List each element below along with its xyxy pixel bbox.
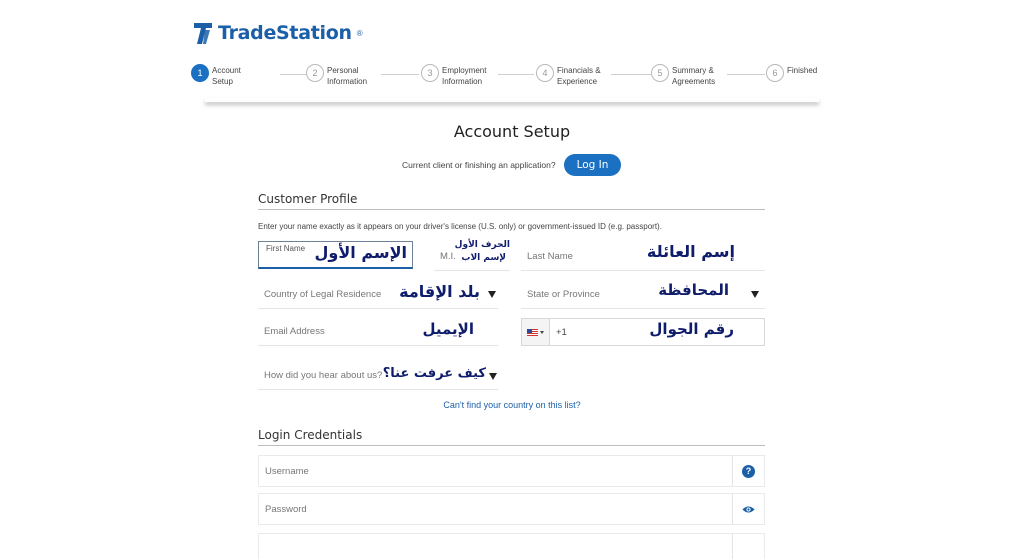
- step-label: Employment Information: [442, 66, 487, 86]
- show-password-button[interactable]: [732, 494, 764, 524]
- step-number: 5: [651, 64, 669, 82]
- step-label: Finished: [787, 66, 818, 75]
- phone-input[interactable]: +1 رقم الجوال: [521, 318, 765, 346]
- confirm-password-input[interactable]: [258, 533, 765, 559]
- step-label: Financials & Experience: [557, 66, 601, 86]
- first-name-label: First Name: [266, 244, 306, 253]
- last-name-input[interactable]: Last Name إسم العائلة: [521, 241, 765, 271]
- last-name-placeholder: Last Name: [527, 251, 573, 262]
- step-number: 6: [766, 64, 784, 82]
- login-row: Current client or finishing an applicati…: [402, 154, 622, 176]
- country-placeholder: Country of Legal Residence: [264, 289, 382, 300]
- us-flag-icon: [527, 328, 538, 336]
- question-mark-icon: ?: [742, 464, 755, 478]
- field-icon-box: [732, 534, 764, 559]
- step-personal-information: 2 Personal Information: [306, 64, 397, 87]
- chevron-down-icon: [488, 291, 496, 298]
- country-code-dropdown[interactable]: [522, 319, 550, 345]
- eye-icon: [742, 505, 755, 513]
- state-select[interactable]: State or Province المحافظة: [521, 281, 765, 309]
- step-employment-information: 3 Employment Information: [421, 64, 512, 87]
- username-help-button[interactable]: ?: [732, 456, 764, 486]
- state-placeholder: State or Province: [527, 289, 600, 300]
- referral-source-select[interactable]: How did you hear about us? كيف عرفت عنا؟: [258, 362, 498, 390]
- step-label: Summary & Agreements: [672, 66, 716, 86]
- country-arabic-annotation: بلد الإقامة: [399, 282, 480, 301]
- step-label: Account Setup: [212, 66, 241, 86]
- registered-mark: ®: [356, 28, 363, 38]
- name-instructions: Enter your name exactly as it appears on…: [258, 222, 662, 231]
- step-label: Personal Information: [327, 66, 368, 86]
- phone-arabic-annotation: رقم الجوال: [649, 320, 734, 338]
- email-arabic-annotation: الإيميل: [422, 320, 474, 338]
- login-button[interactable]: Log In: [563, 154, 622, 176]
- step-summary-agreements: 5 Summary & Agreements: [651, 64, 742, 87]
- email-input[interactable]: Email Address الإيميل: [258, 318, 498, 346]
- mi-arabic-annotation-2: لإسم الاب: [461, 253, 506, 263]
- step-number: 1: [191, 64, 209, 82]
- progress-stepper: 1 Account Setup 2 Personal Information 3…: [188, 62, 828, 102]
- country-not-found-link[interactable]: Can't find your country on this list?: [0, 400, 1024, 410]
- step-finished: 6 Finished: [766, 64, 837, 82]
- middle-initial-placeholder: M.I.: [440, 251, 456, 262]
- first-name-arabic-annotation: الإسم الأول: [314, 243, 407, 262]
- login-prompt: Current client or finishing an applicati…: [402, 160, 556, 170]
- logo-text: TradeStation: [218, 22, 352, 44]
- customer-profile-heading: Customer Profile: [258, 192, 358, 206]
- page-title: Account Setup: [453, 122, 571, 141]
- login-credentials-heading: Login Credentials: [258, 428, 363, 442]
- referral-placeholder: How did you hear about us?: [264, 370, 383, 381]
- section-divider: [258, 209, 765, 210]
- password-placeholder: Password: [265, 504, 307, 515]
- country-select[interactable]: Country of Legal Residence بلد الإقامة: [258, 281, 498, 309]
- section-divider: [258, 445, 765, 446]
- username-input[interactable]: Username ?: [258, 455, 765, 487]
- tradestation-logo-icon: [194, 23, 212, 44]
- state-arabic-annotation: المحافظة: [658, 281, 729, 299]
- step-number: 4: [536, 64, 554, 82]
- step-number: 3: [421, 64, 439, 82]
- middle-initial-input[interactable]: M.I. الحرف الأول لإسم الاب: [434, 240, 510, 271]
- last-name-arabic-annotation: إسم العائلة: [646, 242, 735, 261]
- step-number: 2: [306, 64, 324, 82]
- step-account-setup: 1 Account Setup: [191, 64, 282, 87]
- chevron-down-icon: [489, 373, 497, 380]
- referral-arabic-annotation: كيف عرفت عنا؟: [382, 366, 486, 381]
- step-financials-experience: 4 Financials & Experience: [536, 64, 627, 87]
- email-placeholder: Email Address: [264, 326, 325, 337]
- password-input[interactable]: Password: [258, 493, 765, 525]
- tradestation-logo[interactable]: TradeStation ®: [192, 20, 363, 46]
- first-name-input[interactable]: First Name الإسم الأول: [258, 241, 413, 269]
- mi-arabic-annotation-1: الحرف الأول: [454, 240, 510, 250]
- chevron-down-icon: [751, 291, 759, 298]
- username-placeholder: Username: [265, 466, 309, 477]
- chevron-down-icon: [540, 330, 544, 334]
- phone-code: +1: [556, 327, 567, 338]
